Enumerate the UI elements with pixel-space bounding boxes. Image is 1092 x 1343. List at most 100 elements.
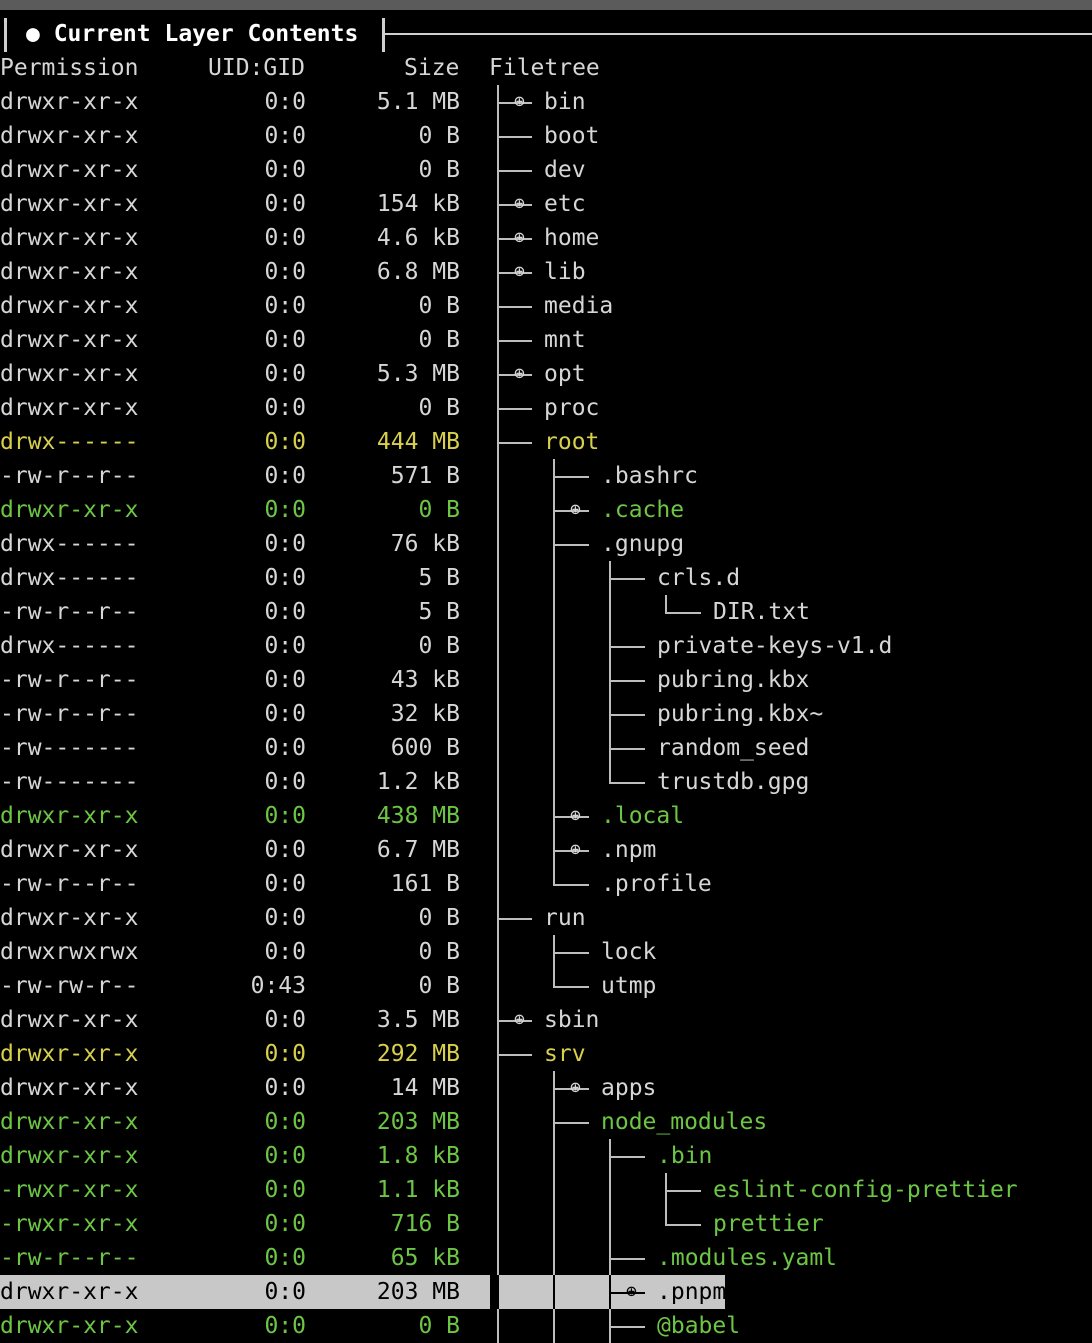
permission-cell: drwx------ <box>0 633 139 659</box>
tree-row[interactable]: drwxr-xr-x 0:0 6.8 MB ⊕ lib <box>0 255 1092 289</box>
file-name: root <box>544 429 600 455</box>
expand-icon[interactable]: ⊕ <box>514 187 525 221</box>
size-cell: 14 MB <box>390 1075 460 1101</box>
tree-row[interactable]: drwxr-xr-x 0:0 0 B run <box>0 901 1092 935</box>
tree-row[interactable]: -rw-r--r-- 0:0 571 B .bashrc <box>0 459 1092 493</box>
size-cell: 0 B <box>418 293 460 319</box>
tree-row[interactable]: drwxr-xr-x 0:0 0 B media <box>0 289 1092 323</box>
file-name: home <box>544 225 600 251</box>
tree-row[interactable]: drwxr-xr-x 0:0 0 B boot <box>0 119 1092 153</box>
size-cell: 716 B <box>390 1211 460 1237</box>
file-name: .bashrc <box>601 463 698 489</box>
file-name: node_modules <box>601 1109 768 1135</box>
tree-row[interactable]: drwxr-xr-x 0:0 5.1 MB ⊕ bin <box>0 85 1092 119</box>
column-header-uidgid: UID:GID <box>208 55 305 81</box>
file-name: utmp <box>601 973 657 999</box>
size-cell: 65 kB <box>390 1245 460 1271</box>
size-cell: 0 B <box>418 123 460 149</box>
expand-icon[interactable]: ⊕ <box>514 255 525 289</box>
tree-row[interactable]: -rwxr-xr-x 0:0 716 B prettier <box>0 1207 1092 1241</box>
tree-row[interactable]: drwxr-xr-x 0:0 0 B @babel <box>0 1309 1092 1343</box>
size-cell: 600 B <box>390 735 460 761</box>
size-cell: 5.1 MB <box>376 89 460 115</box>
tree-row[interactable]: drwx------ 0:0 5 B crls.d <box>0 561 1092 595</box>
tree-row[interactable]: -rw-r--r-- 0:0 32 kB pubring.kbx~ <box>0 697 1092 731</box>
expand-icon[interactable]: ⊕ <box>570 1071 581 1105</box>
permission-cell: -rw-r--r-- <box>0 871 139 897</box>
uidgid-cell: 0:0 <box>264 259 306 285</box>
permission-cell: -rwxr-xr-x <box>0 1211 139 1237</box>
expand-icon[interactable]: ⊕ <box>570 833 581 867</box>
tree-guide-line <box>497 867 499 901</box>
size-cell: 1.8 kB <box>376 1143 460 1169</box>
tree-row[interactable]: drwxr-xr-x 0:0 0 B mnt <box>0 323 1092 357</box>
size-cell: 5 B <box>418 599 460 625</box>
tree-guide-line <box>609 1173 611 1207</box>
tree-row[interactable]: drwxr-xr-x 0:0 14 MB ⊕ apps <box>0 1071 1092 1105</box>
tree-row[interactable]: drwxr-xr-x 0:0 292 MB srv <box>0 1037 1092 1071</box>
tree-branch-line <box>609 578 645 580</box>
expand-icon[interactable]: ⊕ <box>626 1275 637 1309</box>
tree-row[interactable]: drwxr-xr-x 0:0 0 B dev <box>0 153 1092 187</box>
expand-icon[interactable]: ⊕ <box>514 1003 525 1037</box>
tree-row[interactable]: drwxr-xr-x 0:0 203 MB ⊕ .pnpm <box>0 1275 1092 1309</box>
tree-row[interactable]: drwxr-xr-x 0:0 5.3 MB ⊕ opt <box>0 357 1092 391</box>
tree-row[interactable]: drwx------ 0:0 444 MB root <box>0 425 1092 459</box>
expand-icon[interactable]: ⊕ <box>514 357 525 391</box>
uidgid-cell: 0:0 <box>264 123 306 149</box>
expand-icon[interactable]: ⊕ <box>514 221 525 255</box>
permission-cell: drwxr-xr-x <box>0 89 139 115</box>
tree-row[interactable]: drwxr-xr-x 0:0 0 B ⊕ .cache <box>0 493 1092 527</box>
permission-cell: drwxr-xr-x <box>0 1041 139 1067</box>
file-name: .profile <box>601 871 712 897</box>
tree-row[interactable]: -rw-r--r-- 0:0 43 kB pubring.kbx <box>0 663 1092 697</box>
tree-row[interactable]: drwxr-xr-x 0:0 0 B proc <box>0 391 1092 425</box>
file-tree-list[interactable]: drwxr-xr-x 0:0 5.1 MB ⊕ bin drwxr-xr-x 0:0 0 B b… <box>0 85 1092 1343</box>
tree-row[interactable]: -rw------- 0:0 600 B random_seed <box>0 731 1092 765</box>
tree-row[interactable]: drwx------ 0:0 0 B private-keys-v1.d <box>0 629 1092 663</box>
tree-row[interactable]: drwxr-xr-x 0:0 438 MB ⊕ .local <box>0 799 1092 833</box>
file-name: .pnpm <box>657 1279 727 1305</box>
tree-branch-line <box>609 680 645 682</box>
tree-row[interactable]: drwxr-xr-x 0:0 154 kB ⊕ etc <box>0 187 1092 221</box>
tree-row[interactable]: drwxr-xr-x 0:0 203 MB node_modules <box>0 1105 1092 1139</box>
tree-guide-line <box>497 969 499 1003</box>
tree-guide-line <box>497 493 499 527</box>
tree-row[interactable]: drwxr-xr-x 0:0 4.6 kB ⊕ home <box>0 221 1092 255</box>
tree-guide-line <box>497 1139 499 1173</box>
tree-row[interactable]: -rw-r--r-- 0:0 161 B .profile <box>0 867 1092 901</box>
tree-row[interactable]: drwxr-xr-x 0:0 1.8 kB .bin <box>0 1139 1092 1173</box>
tree-branch-line <box>553 476 589 478</box>
expand-icon[interactable]: ⊕ <box>570 493 581 527</box>
uidgid-cell: 0:0 <box>264 701 306 727</box>
tree-guide-line <box>497 561 499 595</box>
size-cell: 571 B <box>390 463 460 489</box>
tree-row[interactable]: -rw-r--r-- 0:0 5 B DIR.txt <box>0 595 1092 629</box>
tree-guide-line <box>553 697 555 731</box>
tree-row[interactable]: -rw------- 0:0 1.2 kB trustdb.gpg <box>0 765 1092 799</box>
tree-row[interactable]: drwx------ 0:0 76 kB .gnupg <box>0 527 1092 561</box>
size-cell: 0 B <box>418 973 460 999</box>
tree-guide-line <box>553 561 555 595</box>
file-name: random_seed <box>657 735 810 761</box>
tree-branch-line <box>609 1156 645 1158</box>
tree-guide-line <box>553 1309 555 1343</box>
tree-row[interactable]: -rw-r--r-- 0:0 65 kB .modules.yaml <box>0 1241 1092 1275</box>
expand-icon[interactable]: ⊕ <box>570 799 581 833</box>
permission-cell: -rw------- <box>0 735 139 761</box>
tree-row[interactable]: -rwxr-xr-x 0:0 1.1 kB eslint-config-prettie… <box>0 1173 1092 1207</box>
file-name: trustdb.gpg <box>657 769 810 795</box>
size-cell: 203 MB <box>376 1109 460 1135</box>
tree-row[interactable]: -rw-rw-r-- 0:43 0 B utmp <box>0 969 1092 1003</box>
expand-icon[interactable]: ⊕ <box>514 85 525 119</box>
tree-guide-line <box>553 1173 555 1207</box>
uidgid-cell: 0:0 <box>264 599 306 625</box>
tree-row[interactable]: drwxr-xr-x 0:0 3.5 MB ⊕ sbin <box>0 1003 1092 1037</box>
tree-guide-line <box>553 663 555 697</box>
tree-guide-line <box>497 765 499 799</box>
file-name: run <box>544 905 586 931</box>
file-name: bin <box>544 89 586 115</box>
file-name: opt <box>544 361 586 387</box>
tree-row[interactable]: drwxr-xr-x 0:0 6.7 MB ⊕ .npm <box>0 833 1092 867</box>
tree-row[interactable]: drwxrwxrwx 0:0 0 B lock <box>0 935 1092 969</box>
